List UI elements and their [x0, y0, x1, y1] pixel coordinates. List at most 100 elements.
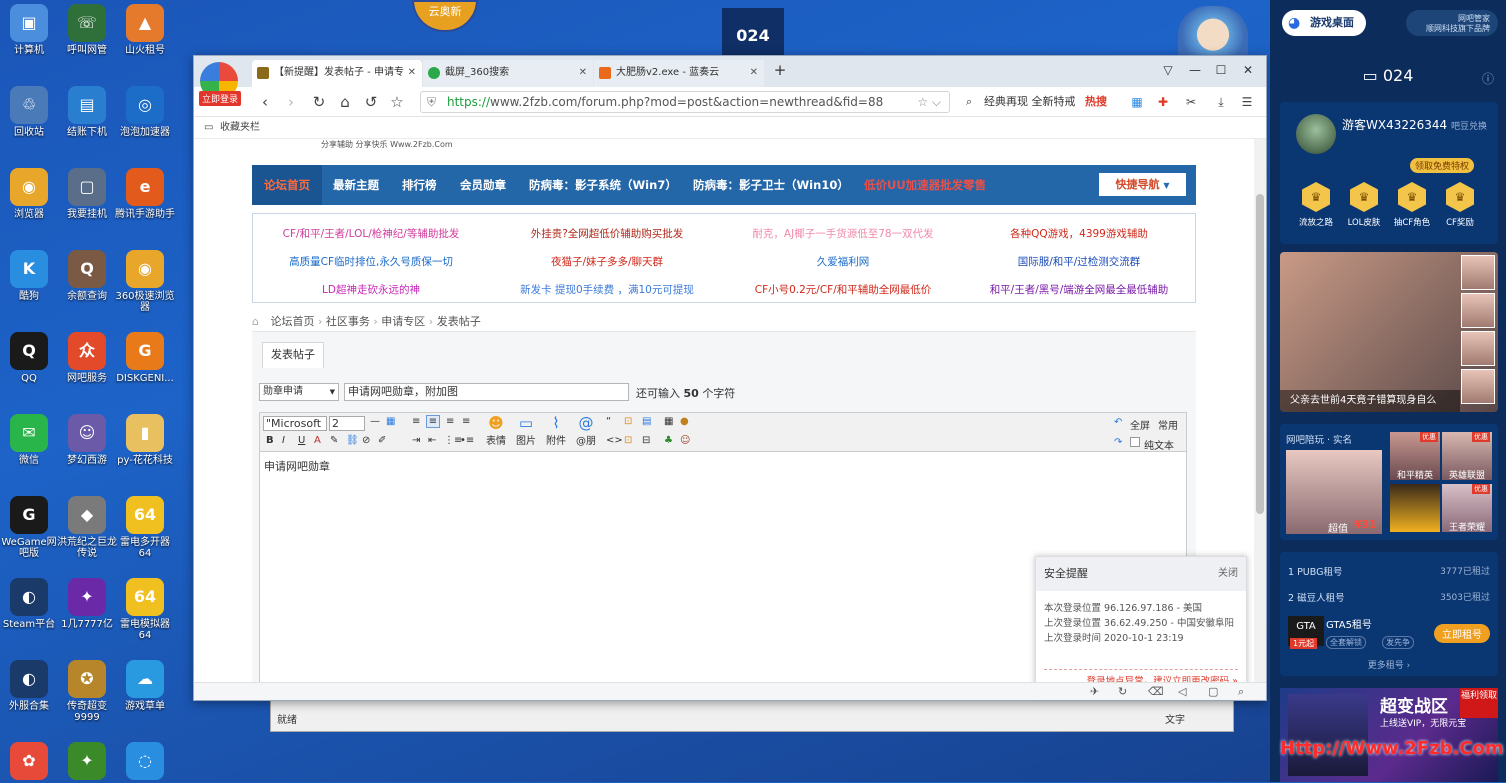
desktop-icon[interactable]: ◉ 360极速浏览器 [115, 250, 175, 313]
game-ad-banner[interactable]: 超变战区 上线送VIP，无限元宝 福利领取 [1280, 688, 1498, 782]
back-icon[interactable]: ‹ [256, 93, 274, 111]
page-icon[interactable]: ▤ [642, 416, 651, 427]
bookmark-star-icon[interactable]: ☆ ⌵ [917, 92, 941, 112]
image-button[interactable]: ▭ 图片 [512, 414, 540, 447]
font-select[interactable]: "Microsoft [263, 416, 327, 431]
points-exchange-link[interactable]: 吧豆兑换 [1451, 122, 1487, 132]
video-thumbnail[interactable] [1461, 293, 1495, 328]
rent-item[interactable]: 1 PUBG租号 3777已租过 [1288, 564, 1490, 578]
desktop-icon[interactable]: ◐ Steam平台 [0, 578, 59, 630]
home-icon[interactable]: ⌂ [336, 93, 354, 111]
new-tab-button[interactable]: + [772, 62, 788, 78]
desktop-icon[interactable]: ☏ 呼叫网管 [57, 4, 117, 56]
nav-item-uu[interactable]: 低价UU加速器批发零售 [864, 165, 986, 205]
password-icon[interactable]: ♣ [664, 435, 673, 446]
ad-link[interactable]: 国际服/和平/过检测交流群 [961, 254, 1197, 269]
ad-corner-badge[interactable]: 福利领取 [1460, 688, 1498, 718]
rocket-icon[interactable]: ✈ [1090, 685, 1099, 698]
apps-icon[interactable]: ▦ [1128, 93, 1146, 111]
desktop-icon[interactable]: ▤ 结账下机 [57, 86, 117, 138]
desktop-icon[interactable]: G DISKGENI... [115, 332, 175, 384]
bold-icon[interactable]: B [266, 435, 274, 446]
refresh-small-icon[interactable]: ↻ [1118, 685, 1127, 698]
zoom-icon[interactable]: ⌕ [1238, 685, 1244, 699]
perk-item[interactable]: ♛ LOL皮肤 [1344, 182, 1384, 228]
desktop-icon[interactable]: ☁ 游戏草单 [115, 660, 175, 712]
table-small-icon[interactable]: ▦ [664, 416, 673, 427]
hot-search[interactable]: 热搜 [1085, 95, 1107, 108]
font-color-icon[interactable]: A [314, 435, 321, 446]
perk-item[interactable]: ♛ CF奖励 [1440, 182, 1480, 228]
netbar-manager-button[interactable]: 网吧管家 顺网科技旗下品牌 [1406, 10, 1498, 36]
desktop-icon[interactable]: Q QQ [0, 332, 59, 384]
menu-icon[interactable]: ☰ [1238, 93, 1256, 111]
outdent-icon[interactable]: ⇤ [428, 435, 436, 446]
free-icon[interactable]: ⊟ [642, 435, 650, 446]
rent-item[interactable]: 2 磁豆人租号 3503已租过 [1288, 590, 1490, 604]
justify-icon[interactable]: ≡ [462, 416, 470, 427]
hr-icon[interactable]: — [370, 416, 380, 427]
trash-icon[interactable]: ⌫ [1148, 685, 1164, 698]
perk-item[interactable]: ♛ 流放之路 [1296, 182, 1336, 228]
close-icon[interactable]: ✕ [408, 60, 416, 85]
login-button[interactable]: 立即登录 [199, 91, 242, 106]
free-privilege-badge[interactable]: 领取免费特权 [1410, 158, 1475, 173]
download-icon[interactable]: ⤓ [1212, 93, 1230, 111]
align-left-icon[interactable]: ≡ [412, 416, 420, 427]
tab-lanzou[interactable]: 大肥肠v2.exe - 蓝奏云 ✕ [594, 60, 764, 87]
quote-icon[interactable]: “ [606, 416, 611, 427]
align-center-icon[interactable]: ≡ [426, 415, 440, 428]
volume-icon[interactable]: ◁ [1178, 685, 1186, 698]
pubg-tile[interactable] [1390, 484, 1440, 532]
video-thumbnail[interactable] [1461, 331, 1495, 366]
underline-icon[interactable]: U [298, 435, 305, 446]
nav-item-home[interactable]: 论坛首页 [252, 165, 322, 205]
align-right-icon[interactable]: ≡ [446, 416, 454, 427]
home-icon[interactable]: ⌂ [252, 315, 259, 328]
highlight-icon[interactable]: ✎ [330, 435, 338, 446]
desktop-icon[interactable]: ▮ py-花花科技 [115, 414, 175, 466]
ad-link[interactable]: CF小号0.2元/CF/和平辅助全网最低价 [725, 282, 961, 297]
desktop-icon[interactable]: ☺ 梦幻西游 [57, 414, 117, 466]
desktop-icon[interactable]: ◌ [115, 742, 175, 783]
ad-link[interactable]: 久爱福利网 [725, 254, 961, 269]
rent-now-button[interactable]: 立即租号 [1434, 624, 1490, 643]
game-desktop-button[interactable]: ◕ 游戏桌面 [1282, 10, 1366, 36]
desktop-icon[interactable]: ◎ 泡泡加速器 [115, 86, 175, 138]
lock-icon[interactable]: ⊡ [624, 416, 632, 427]
ad-link[interactable]: 高质量CF临时排位,永久号质保一切 [253, 254, 489, 269]
desktop-icon[interactable]: G WeGame网吧版 [0, 496, 59, 559]
quick-nav-button[interactable]: 快捷导航 ▼ [1099, 173, 1186, 196]
nav-item-medals[interactable]: 会员勋章 [460, 165, 506, 205]
game-icon[interactable]: ✚ [1154, 93, 1172, 111]
scissors-icon[interactable]: ✂ [1182, 93, 1200, 111]
video-thumbnail[interactable] [1461, 369, 1495, 404]
nav-item-antivirus-win7[interactable]: 防病毒：影子系统（Win7） [529, 165, 677, 205]
link-icon[interactable]: ⛓ [346, 435, 359, 446]
type-select[interactable]: 勋章申请 ▼ [259, 383, 339, 401]
refresh-icon[interactable]: ↻ [310, 93, 328, 111]
tab-search[interactable]: 截屏_360搜索 ✕ [423, 60, 593, 87]
desktop-icon[interactable]: ✉ 微信 [0, 414, 59, 466]
undo-icon[interactable]: ↺ [362, 93, 380, 111]
desktop-icon[interactable]: ✦ [57, 742, 117, 783]
desktop-icon[interactable]: ◆ 洪荒纪之巨龙传说 [57, 496, 117, 559]
nav-item-latest[interactable]: 最新主题 [333, 165, 379, 205]
nav-item-antivirus-win10[interactable]: 防病毒：影子卫士（Win10） [693, 165, 849, 205]
italic-icon[interactable]: I [282, 435, 285, 446]
ad-link[interactable]: LD超神走砍永远的神 [253, 282, 489, 297]
nav-item-ranking[interactable]: 排行榜 [402, 165, 437, 205]
desktop-icon[interactable]: ✿ [0, 742, 59, 783]
breadcrumb-item[interactable]: 论坛首页 [270, 315, 314, 328]
avatar[interactable] [1296, 114, 1336, 154]
url-input[interactable]: ⛨ https://www.2fzb.com/forum.php?mod=pos… [420, 91, 950, 113]
top-badge[interactable]: 云奥新 [412, 0, 478, 32]
emoji-button[interactable]: ☻ 表情 [482, 414, 510, 447]
plain-text-checkbox[interactable] [1130, 437, 1140, 447]
breadcrumb-item[interactable]: 申请专区 [381, 315, 425, 328]
desktop-icon[interactable]: 64 雷电多开器64 [115, 496, 175, 559]
video-thumbnail[interactable] [1461, 255, 1495, 290]
size-select[interactable]: 2 [329, 416, 365, 431]
security-close-button[interactable]: 关闭 [1218, 557, 1238, 591]
desktop-icon[interactable]: ✦ 1几7777亿 [57, 578, 117, 630]
